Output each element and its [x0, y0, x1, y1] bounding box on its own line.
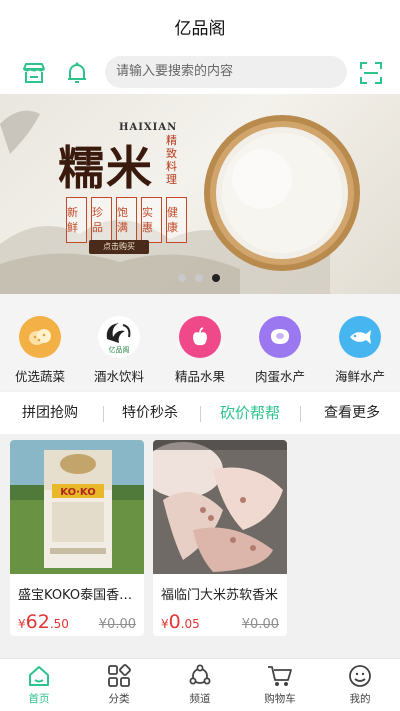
category-item-fruit[interactable]: 精品水果	[170, 316, 230, 385]
category-item-drinks[interactable]: 亿品阁 酒水饮料	[89, 316, 149, 385]
cart-icon	[250, 663, 310, 689]
tabbar-label: 购物车	[264, 693, 296, 705]
product-price: ¥0.05	[161, 611, 200, 633]
tabbar-label: 频道	[189, 693, 211, 705]
search-row: 请输入要搜索的内容	[0, 52, 400, 94]
banner-badge: 实惠	[141, 197, 162, 243]
banner-badges: 新鲜 珍品 饱满 实惠 健康	[66, 197, 187, 243]
promo-banner[interactable]: HAIXIAN 糯米 精致料理 新鲜 珍品 饱满 实惠 健康 点击购买	[0, 94, 400, 294]
app-title: 亿品阁	[174, 18, 226, 39]
product-image-rice-bag: KO·KO	[10, 440, 144, 574]
tab-divider	[103, 406, 104, 422]
category-label: 酒水饮料	[93, 369, 144, 384]
bottom-tab-bar: 首页 分类 频道 购物车 我的	[0, 658, 400, 711]
category-item-seafood[interactable]: 海鲜水产	[330, 316, 390, 385]
home-icon	[9, 663, 69, 689]
banner-buy-button[interactable]: 点击购买	[89, 240, 149, 254]
search-input[interactable]: 请输入要搜索的内容	[105, 56, 347, 88]
carousel-dot[interactable]	[178, 274, 186, 282]
tab-flash-sale[interactable]: 特价秒杀	[110, 392, 190, 434]
banner-badge: 珍品	[91, 197, 112, 243]
banner-badge: 新鲜	[66, 197, 87, 243]
tabbar-label: 我的	[349, 693, 371, 705]
channel-icon	[170, 663, 230, 689]
product-name: 盛宝KOKO泰国香米5kg	[18, 588, 144, 603]
category-item-vegetables[interactable]: 优选蔬菜	[10, 316, 70, 385]
scan-icon[interactable]	[358, 60, 384, 86]
tab-divider	[300, 406, 301, 422]
tabbar-label: 首页	[28, 693, 50, 705]
tabbar-item-home[interactable]: 首页	[9, 663, 69, 706]
category-grid: 优选蔬菜 亿品阁 酒水饮料 精品水果 肉蛋水产 海鲜水产	[0, 294, 400, 390]
category-icon	[89, 663, 149, 689]
category-label: 优选蔬菜	[14, 369, 65, 384]
carousel-dots[interactable]	[178, 274, 220, 282]
category-item-meat[interactable]: 肉蛋水产	[250, 316, 310, 385]
product-list: KO·KO 盛宝KOKO泰国香米5kg ¥62.50 ¥0.00 福临门大米苏软…	[0, 434, 400, 658]
product-image-squid	[153, 440, 287, 574]
svg-text:亿品阁: 亿品阁	[109, 345, 130, 354]
tab-bargain[interactable]: 砍价帮帮	[210, 392, 290, 434]
promo-tabs: 拼团抢购 特价秒杀 砍价帮帮 查看更多	[0, 392, 400, 434]
vegetable-icon	[19, 316, 61, 358]
banner-badge: 健康	[166, 197, 187, 243]
banner-badge: 饱满	[116, 197, 137, 243]
category-label: 精品水果	[174, 369, 225, 384]
title-bar: 亿品阁	[0, 0, 400, 52]
tabbar-item-channel[interactable]: 频道	[170, 663, 230, 706]
tab-more[interactable]: 查看更多	[312, 392, 392, 434]
category-label: 海鲜水产	[334, 369, 385, 384]
tabbar-label: 分类	[108, 693, 130, 705]
bell-icon[interactable]	[64, 60, 90, 86]
product-original-price: ¥0.00	[98, 617, 136, 632]
yipinge-logo: 亿品阁	[98, 316, 140, 358]
meat-icon	[259, 316, 301, 358]
banner-title: 糯米	[58, 141, 154, 195]
carousel-dot[interactable]	[195, 274, 203, 282]
banner-vertical-text: 精致料理	[166, 134, 177, 186]
tab-divider	[200, 406, 201, 422]
product-price: ¥62.50	[18, 611, 69, 633]
tabbar-item-category[interactable]: 分类	[89, 663, 149, 706]
store-icon[interactable]	[21, 60, 47, 86]
product-prices: ¥0.05 ¥0.00	[153, 603, 287, 633]
tabbar-item-me[interactable]: 我的	[330, 663, 390, 706]
apple-icon	[179, 316, 221, 358]
product-original-price: ¥0.00	[241, 617, 279, 632]
fish-icon	[339, 316, 381, 358]
category-label: 肉蛋水产	[254, 369, 305, 384]
carousel-dot-active[interactable]	[212, 274, 220, 282]
tabbar-item-cart[interactable]: 购物车	[250, 663, 310, 706]
svg-text:KO·KO: KO·KO	[60, 487, 95, 498]
user-icon	[330, 663, 390, 689]
product-name: 福临门大米苏软香米	[161, 588, 279, 603]
product-card[interactable]: 福临门大米苏软香米 ¥0.05 ¥0.00	[153, 440, 287, 636]
product-card[interactable]: KO·KO 盛宝KOKO泰国香米5kg ¥62.50 ¥0.00	[10, 440, 144, 636]
product-prices: ¥62.50 ¥0.00	[10, 603, 144, 633]
tab-group-buy[interactable]: 拼团抢购	[10, 392, 90, 434]
